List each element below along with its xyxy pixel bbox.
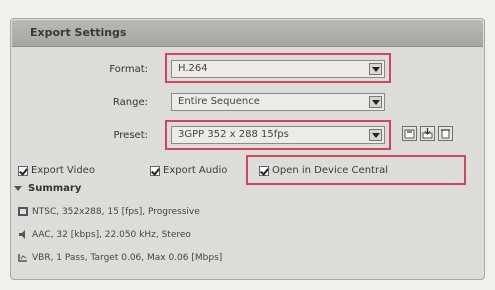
export-settings-panel: Export Settings bbox=[10, 18, 485, 280]
range-label: Range: bbox=[112, 97, 148, 108]
format-value: H.264 bbox=[178, 63, 208, 74]
audio-icon bbox=[19, 230, 25, 239]
import-preset-button[interactable] bbox=[420, 126, 435, 141]
chevron-down-icon bbox=[369, 129, 382, 141]
delete-preset-icon bbox=[441, 129, 450, 139]
checkmark-icon bbox=[150, 165, 160, 176]
panel-title: Export Settings bbox=[30, 26, 127, 39]
summary-heading: Summary bbox=[28, 183, 82, 194]
chevron-down-icon bbox=[369, 96, 382, 108]
import-preset-icon bbox=[422, 128, 433, 139]
format-dropdown[interactable]: H.264 bbox=[171, 60, 385, 78]
summary-bitrate-line: VBR, 1 Pass, Target 0.06, Max 0.06 [Mbps… bbox=[18, 253, 222, 263]
export-audio-label: Export Audio bbox=[163, 165, 228, 176]
panel-header: Export Settings bbox=[12, 20, 483, 47]
preset-dropdown[interactable]: 3GPP 352 x 288 15fps bbox=[171, 126, 385, 144]
bitrate-icon bbox=[18, 254, 27, 262]
range-value: Entire Sequence bbox=[178, 96, 260, 107]
export-audio-checkbox[interactable]: Export Audio bbox=[150, 165, 227, 177]
open-device-central-checkbox[interactable]: Open in Device Central bbox=[259, 165, 388, 177]
disclosure-triangle-icon[interactable] bbox=[14, 186, 22, 191]
chevron-down-icon bbox=[369, 63, 382, 75]
summary-video-text: NTSC, 352x288, 15 [fps], Progressive bbox=[32, 207, 200, 217]
open-device-central-label: Open in Device Central bbox=[272, 165, 388, 176]
format-label: Format: bbox=[109, 64, 148, 75]
summary-video-line: NTSC, 352x288, 15 [fps], Progressive bbox=[18, 207, 200, 217]
film-icon bbox=[18, 207, 28, 216]
save-preset-icon bbox=[404, 129, 415, 139]
save-preset-button[interactable] bbox=[402, 126, 417, 141]
export-video-checkbox[interactable]: Export Video bbox=[18, 165, 95, 177]
preset-value: 3GPP 352 x 288 15fps bbox=[178, 129, 289, 140]
range-dropdown[interactable]: Entire Sequence bbox=[171, 93, 385, 111]
summary-audio-text: AAC, 32 [kbps], 22.050 kHz, Stereo bbox=[32, 230, 191, 240]
checkmark-icon bbox=[259, 165, 269, 176]
summary-bitrate-text: VBR, 1 Pass, Target 0.06, Max 0.06 [Mbps… bbox=[32, 253, 223, 263]
export-video-label: Export Video bbox=[31, 165, 95, 176]
checkmark-icon bbox=[18, 165, 28, 176]
summary-audio-line: AAC, 32 [kbps], 22.050 kHz, Stereo bbox=[18, 230, 191, 240]
preset-label: Preset: bbox=[113, 130, 148, 141]
delete-preset-button[interactable] bbox=[438, 126, 453, 141]
